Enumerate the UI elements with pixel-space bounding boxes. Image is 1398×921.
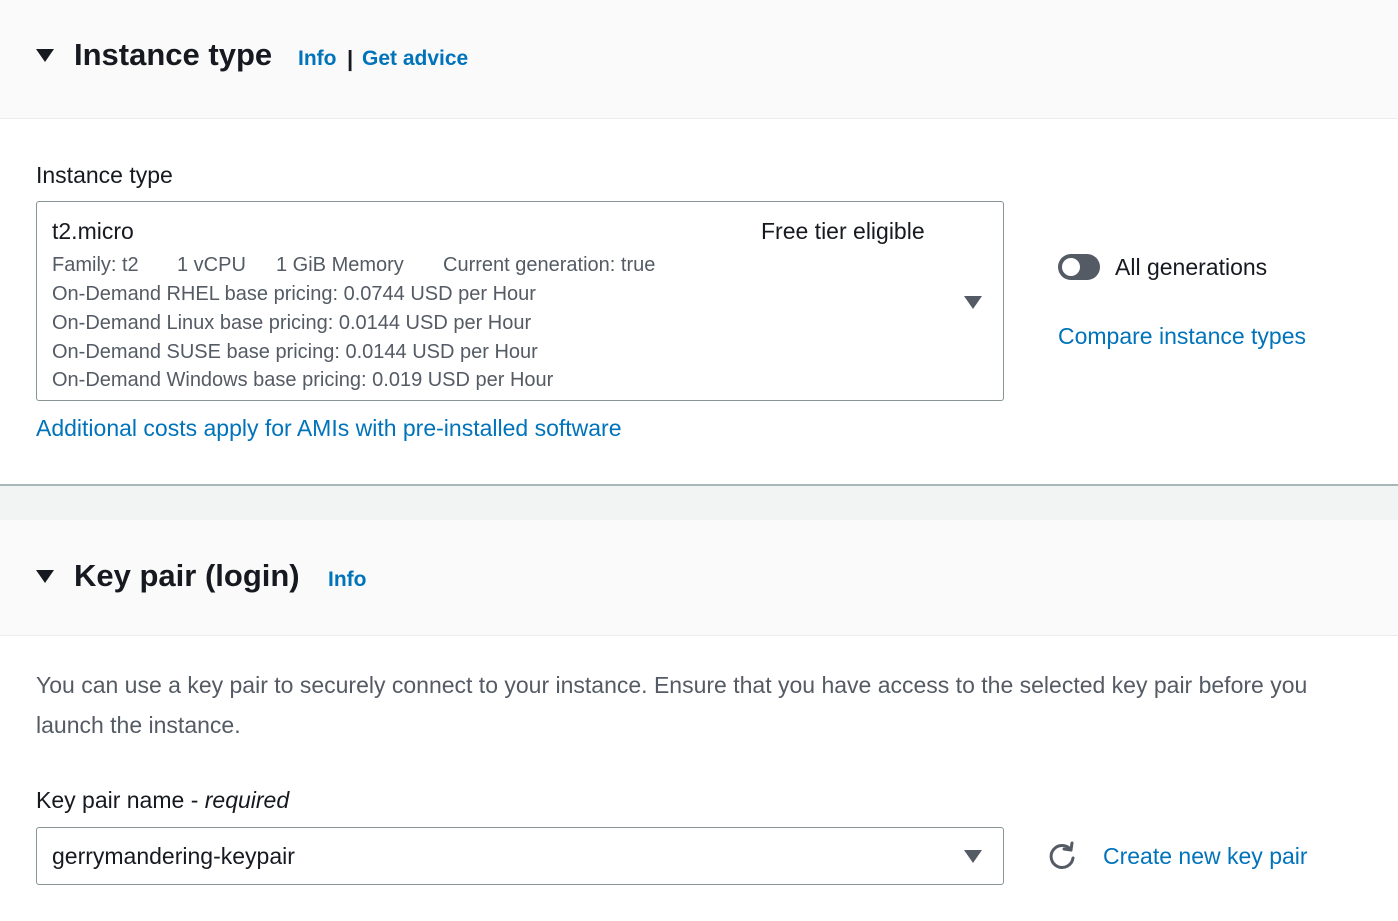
section-divider (0, 484, 1398, 486)
info-link[interactable]: Info (328, 568, 366, 592)
key-pair-label-text: Key pair name - (36, 787, 205, 813)
dropdown-caret-icon (964, 850, 982, 863)
dropdown-caret-icon (964, 296, 982, 309)
instance-generation: Current generation: true (443, 254, 656, 276)
pricing-rhel: On-Demand RHEL base pricing: 0.0744 USD … (52, 283, 536, 305)
pricing-windows: On-Demand Windows base pricing: 0.019 US… (52, 369, 554, 391)
get-advice-link[interactable]: Get advice (362, 47, 468, 71)
instance-type-panel: Instance type Info | Get advice Instance… (0, 0, 1398, 484)
key-pair-panel: Key pair (login) Info You can use a key … (0, 520, 1398, 921)
free-tier-badge: Free tier eligible (761, 218, 925, 244)
additional-costs-link[interactable]: Additional costs apply for AMIs with pre… (36, 415, 622, 442)
compare-instance-types-link[interactable]: Compare instance types (1058, 323, 1306, 350)
collapse-caret-icon[interactable] (36, 49, 54, 62)
section-title: Key pair (login) (74, 558, 300, 593)
key-pair-select[interactable]: gerrymandering-keypair (36, 827, 1004, 885)
link-separator: | (347, 46, 354, 71)
instance-memory: 1 GiB Memory (276, 254, 404, 276)
instance-vcpu: 1 vCPU (177, 254, 246, 276)
instance-type-name: t2.micro (52, 218, 134, 244)
collapse-caret-icon[interactable] (36, 570, 54, 583)
refresh-icon[interactable] (1046, 840, 1078, 872)
pricing-suse: On-Demand SUSE base pricing: 0.0144 USD … (52, 341, 538, 363)
key-pair-description: You can use a key pair to securely conne… (36, 672, 1308, 738)
pricing-linux: On-Demand Linux base pricing: 0.0144 USD… (52, 312, 532, 334)
info-link[interactable]: Info (298, 47, 336, 71)
key-pair-field-label: Key pair name - required (36, 787, 289, 814)
key-pair-header: Key pair (login) Info (0, 520, 1398, 636)
all-generations-toggle[interactable] (1058, 254, 1100, 280)
all-generations-label: All generations (1115, 254, 1268, 280)
instance-family: Family: t2 (52, 254, 139, 276)
instance-type-select[interactable]: t2.micro Free tier eligible Family: t2 1… (36, 201, 1004, 401)
section-title: Instance type (74, 37, 273, 72)
required-marker: required (204, 787, 290, 813)
instance-type-header: Instance type Info | Get advice (0, 0, 1398, 119)
instance-type-field-label: Instance type (36, 162, 173, 188)
key-pair-value: gerrymandering-keypair (52, 843, 295, 869)
toggle-knob (1062, 258, 1080, 276)
create-key-pair-link[interactable]: Create new key pair (1103, 843, 1308, 870)
